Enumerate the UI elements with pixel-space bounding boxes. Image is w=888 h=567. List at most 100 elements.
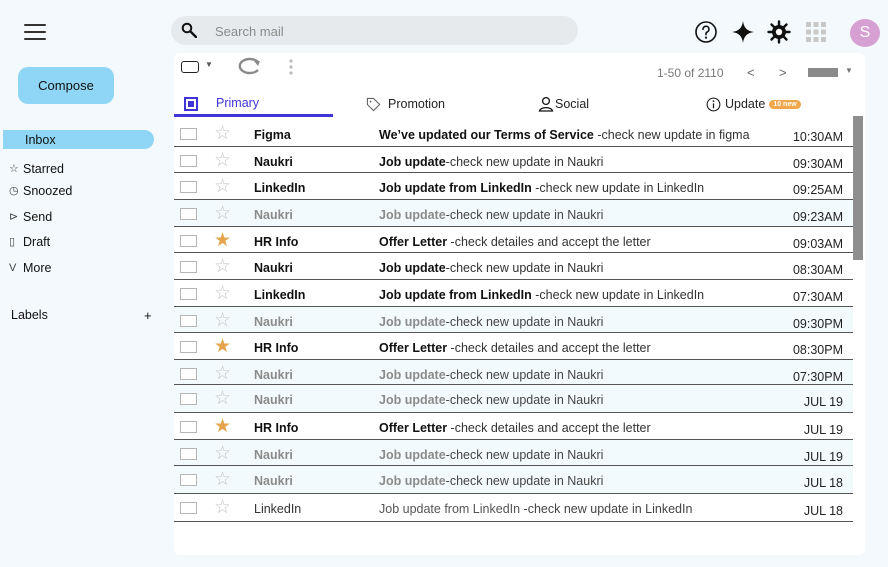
star-icon[interactable]: ☆ [214,257,231,276]
apps-grid-icon[interactable] [804,20,828,44]
star-icon[interactable]: ★ [214,231,231,250]
sidebar-item-send[interactable]: ⊳ Send [3,207,154,226]
email-row[interactable]: ★ HR Info Offer Letter -check detailes and… [174,333,853,360]
email-sender: HR Info [254,421,299,435]
sparkle-icon[interactable] [731,20,755,44]
add-label-button[interactable]: + [144,308,152,323]
settings-gear-icon[interactable] [767,20,791,44]
email-sender: Naukri [254,368,293,382]
email-row[interactable]: ☆ Naukri Job update-check new update in Na… [174,440,853,466]
email-row[interactable]: ☆ LinkedIn Job update from LinkedIn -check… [174,280,853,307]
star-icon[interactable]: ★ [214,337,231,356]
star-icon[interactable]: ☆ [214,177,231,196]
sidebar-item-starred[interactable]: ☆ Starred [3,159,154,178]
prev-page-button[interactable]: < [747,65,755,80]
email-snippet: -check new update in Naukri [445,474,604,488]
email-snippet: -check new update in Naukri [445,155,604,169]
email-row[interactable]: ☆ Naukri Job update-check new update in Na… [174,307,853,333]
email-row[interactable]: ★ HR Info Offer Letter -check detailes and… [174,227,853,253]
density-toggle-icon[interactable] [808,68,838,77]
new-count-badge: 10 new [769,99,801,109]
row-checkbox[interactable] [180,341,197,353]
main-menu-icon[interactable] [24,24,46,40]
row-checkbox[interactable] [180,421,197,433]
email-preview: Offer Letter -check detailes and accept … [379,341,651,355]
sidebar-item-draft[interactable]: ▯ Draft [3,232,154,251]
email-sender: Naukri [254,155,293,169]
row-checkbox[interactable] [180,474,197,486]
sidebar-item-more[interactable]: V More [3,258,154,277]
tag-icon [366,97,381,111]
email-sender: HR Info [254,341,299,355]
email-row[interactable]: ★ HR Info Offer Letter -check detailes and… [174,413,853,440]
more-options-icon[interactable] [288,58,294,76]
sidebar-item-inbox[interactable]: Inbox [3,130,154,149]
email-preview: We’ve updated our Terms of Service -chec… [379,128,750,142]
email-row[interactable]: ☆ Naukri Job update-check new update in Na… [174,466,853,494]
row-checkbox[interactable] [180,393,197,405]
star-icon[interactable]: ☆ [214,204,231,223]
help-icon[interactable] [694,20,718,44]
email-snippet: -check new update in LinkedIn [531,181,705,195]
row-checkbox[interactable] [180,128,197,140]
search-bar[interactable] [171,16,578,45]
star-icon[interactable]: ★ [214,417,231,436]
tab-label: Promotion [388,97,445,111]
row-checkbox[interactable] [180,208,197,220]
refresh-icon[interactable] [234,57,262,75]
email-snippet: -check detailes and accept the letter [447,421,651,435]
row-checkbox[interactable] [180,261,197,273]
email-sender: LinkedIn [254,288,306,302]
star-icon[interactable]: ☆ [214,124,231,143]
email-row[interactable]: ☆ Figma We’ve updated our Terms of Service… [174,120,853,147]
star-icon[interactable]: ☆ [214,444,231,463]
search-input[interactable] [215,21,555,41]
scrollbar[interactable] [853,116,863,260]
star-icon[interactable]: ☆ [214,284,231,303]
select-all-checkbox[interactable] [181,61,199,73]
email-snippet: -check new update in LinkedIn [520,502,693,516]
star-icon[interactable]: ☆ [214,389,231,408]
email-row[interactable]: ☆ Naukri Job update-check new update in Na… [174,200,853,227]
email-sender: Figma [254,128,291,142]
email-row[interactable]: ☆ Naukri Job update-check new update in Na… [174,253,853,280]
email-row[interactable]: ☆ Naukri Job update-check new update in Na… [174,385,853,413]
row-checkbox[interactable] [180,288,197,300]
email-preview: Job update-check new update in Naukri [379,208,603,222]
row-checkbox[interactable] [180,315,197,327]
search-icon[interactable] [181,22,197,38]
email-time: 07:30AM [792,290,843,304]
star-icon: ☆ [9,163,19,175]
tab-social[interactable]: Social [538,91,589,117]
tab-update[interactable]: Update 10 new [706,91,801,117]
email-row[interactable]: ☆ LinkedIn Job update from LinkedIn -check… [174,494,853,522]
sidebar-item-snoozed[interactable]: ◷ Snoozed [3,181,154,200]
star-icon[interactable]: ☆ [214,470,231,489]
compose-button[interactable]: Compose [18,67,114,104]
email-row[interactable]: ☆ LinkedIn Job update from LinkedIn -check… [174,173,853,200]
row-checkbox[interactable] [180,448,197,460]
email-row[interactable]: ☆ Naukri Job update-check new update in Na… [174,360,853,385]
sidebar-item-label: Send [23,209,53,224]
next-page-button[interactable]: > [779,65,787,80]
row-checkbox[interactable] [180,235,197,247]
row-checkbox[interactable] [180,368,197,380]
email-preview: Job update-check new update in Naukri [379,474,603,488]
avatar[interactable]: S [850,19,880,47]
email-row[interactable]: ☆ Naukri Job update-check new update in Na… [174,147,853,173]
density-dropdown-icon[interactable]: ▼ [845,66,853,75]
row-checkbox[interactable] [180,502,197,514]
email-preview: Job update-check new update in Naukri [379,393,603,407]
row-checkbox[interactable] [180,181,197,193]
star-icon[interactable]: ☆ [214,498,231,517]
star-icon[interactable]: ☆ [214,311,231,330]
tab-primary[interactable]: Primary [174,91,333,117]
star-icon[interactable]: ☆ [214,151,231,170]
tab-promotion[interactable]: Promotion [366,91,445,117]
email-preview: Job update from LinkedIn -check new upda… [379,181,704,195]
row-checkbox[interactable] [180,155,197,167]
select-dropdown-icon[interactable]: ▼ [205,60,213,69]
star-icon[interactable]: ☆ [214,364,231,383]
email-preview: Offer Letter -check detailes and accept … [379,421,651,435]
email-time: 09:03AM [792,237,843,251]
